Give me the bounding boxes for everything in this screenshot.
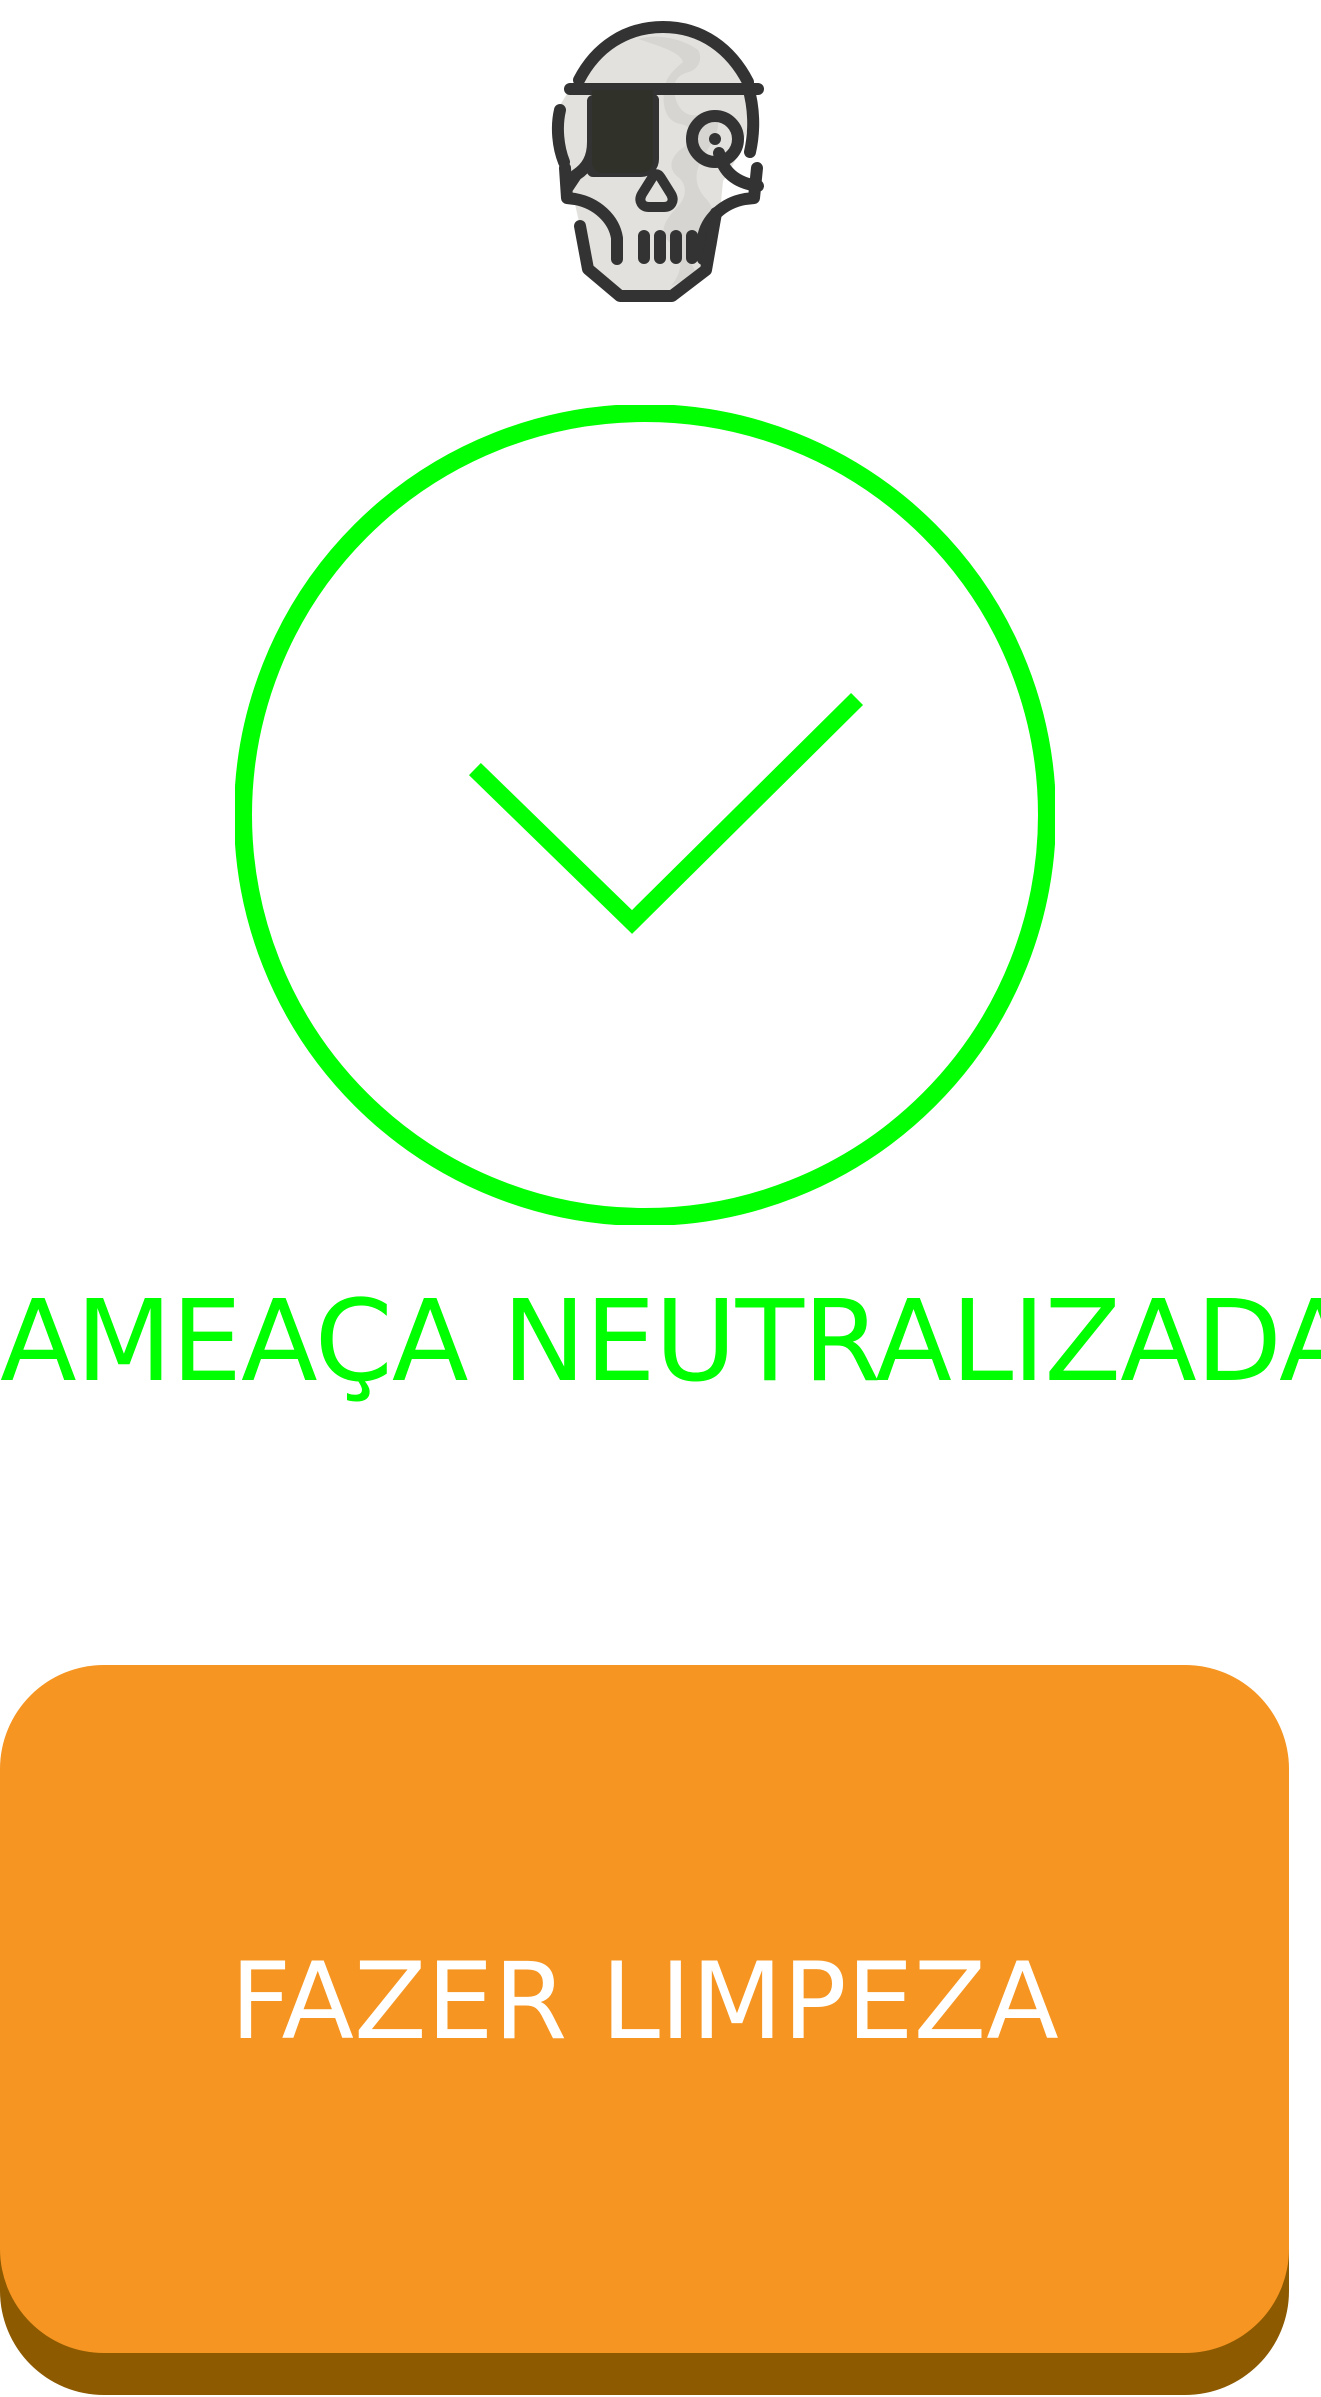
success-check-ring <box>234 404 1056 1226</box>
eyepatch <box>592 90 653 173</box>
skull-eye <box>709 133 721 145</box>
pirate-skull-icon <box>536 16 772 322</box>
cleanup-button-face[interactable]: FAZER LIMPEZA <box>0 1665 1289 2353</box>
cleanup-button-label: FAZER LIMPEZA <box>230 1939 1059 2063</box>
success-check-mark <box>468 692 864 934</box>
left-cheek-outline <box>551 104 570 168</box>
cleanup-button[interactable]: FAZER LIMPEZA <box>0 1665 1289 2395</box>
status-title: AMEAÇA NEUTRALIZADA! <box>0 1282 1321 1402</box>
success-check-icon <box>234 404 1056 1226</box>
right-cheek-outline <box>742 81 760 158</box>
threat-neutralized-screen: AMEAÇA NEUTRALIZADA! FAZER LIMPEZA <box>0 0 1321 2397</box>
